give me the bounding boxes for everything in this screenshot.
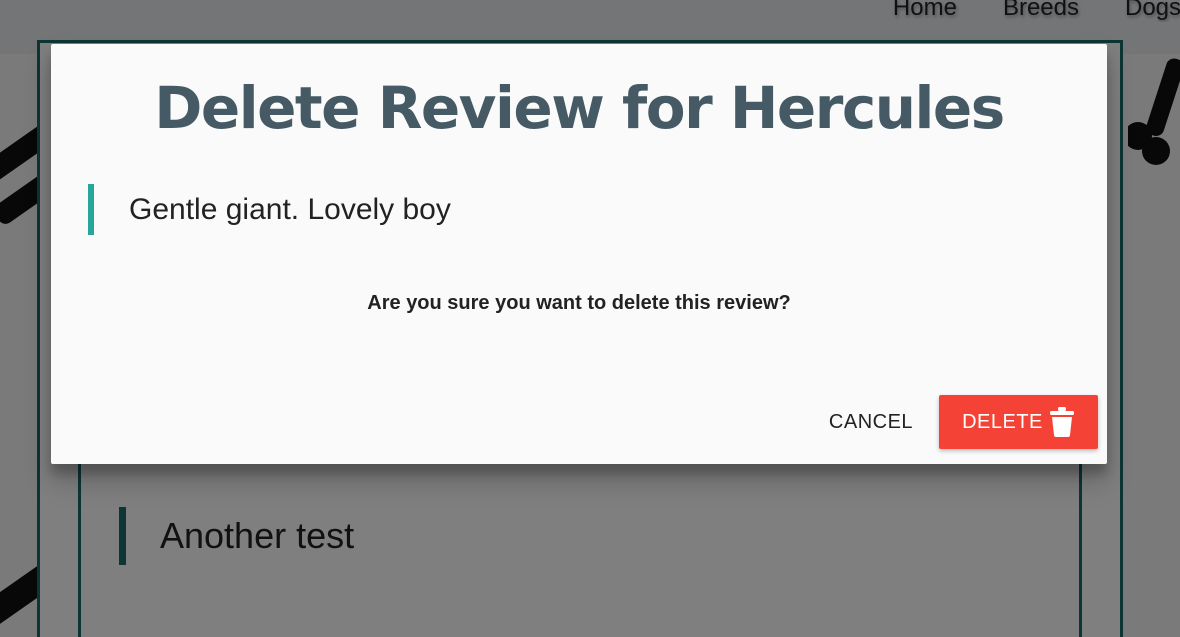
delete-button[interactable]: DELETE (939, 395, 1098, 449)
modal-title: Delete Review for Hercules (154, 74, 1005, 142)
trash-icon (1049, 407, 1074, 437)
cancel-button[interactable]: CANCEL (821, 396, 921, 448)
review-quote: Gentle giant. Lovely boy (88, 184, 451, 235)
confirm-message: Are you sure you want to delete this rev… (367, 292, 791, 314)
delete-review-modal: Delete Review for Hercules Gentle giant.… (51, 44, 1107, 464)
delete-button-label: DELETE (962, 410, 1043, 433)
